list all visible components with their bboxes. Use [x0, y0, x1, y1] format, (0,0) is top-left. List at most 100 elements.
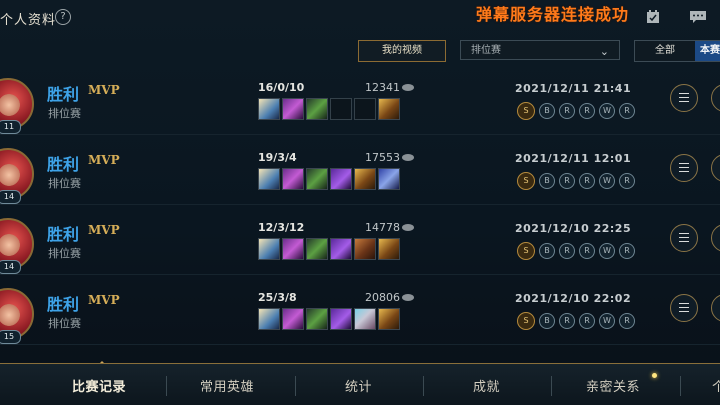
match-result: 胜利 — [47, 85, 80, 104]
hero-level-badge: 15 — [0, 330, 21, 344]
item-slot-green-icon[interactable] — [306, 168, 328, 190]
row-divider — [0, 134, 720, 135]
item-slot-boots-icon[interactable] — [258, 168, 280, 190]
gold-coin-icon — [402, 154, 414, 161]
item-slot-violet-icon[interactable] — [330, 238, 352, 260]
tab-relationships[interactable]: 亲密关系 — [586, 376, 640, 395]
gold-value: 20806 — [365, 291, 400, 304]
rune-icon: R — [579, 173, 595, 189]
notification-dot — [652, 373, 657, 378]
kda-text: 19/3/4 — [258, 151, 297, 164]
match-row[interactable]: 14 胜利 MVP 排位赛 12/3/12 14778 2021/12/10 22:25 S B… — [0, 218, 720, 278]
match-mode: 排位赛 — [48, 247, 81, 260]
item-slot-purple-icon[interactable] — [282, 98, 304, 120]
seg-this-season-button[interactable]: 本赛 — [695, 41, 720, 61]
match-mode: 排位赛 — [48, 317, 81, 330]
tab-stats[interactable]: 统计 — [345, 376, 372, 395]
item-slot-gold-icon[interactable] — [378, 98, 400, 120]
rune-list: SBRRWR — [517, 172, 635, 190]
rune-list: SBRRWR — [517, 242, 635, 260]
nav-divider — [423, 376, 424, 396]
item-slot-boots-icon[interactable] — [258, 98, 280, 120]
item-slot-purple-icon[interactable] — [282, 238, 304, 260]
tab-achievements[interactable]: 成就 — [473, 376, 500, 395]
more-options-button[interactable] — [711, 84, 720, 112]
item-slot-green-icon[interactable] — [306, 308, 328, 330]
kda-text: 16/0/10 — [258, 81, 305, 94]
gold-value: 17553 — [365, 151, 400, 164]
chevron-down-icon: ⌄ — [599, 45, 609, 58]
match-row[interactable]: 15 胜利 MVP 排位赛 25/3/8 20806 2021/12/10 22:02 S B R… — [0, 288, 720, 348]
rune-icon: W — [599, 103, 615, 119]
more-options-button[interactable] — [711, 224, 720, 252]
more-options-button[interactable] — [711, 154, 720, 182]
item-slot-gold-icon[interactable] — [378, 308, 400, 330]
rune-icon: R — [579, 103, 595, 119]
rune-icon: B — [539, 173, 555, 189]
my-videos-button[interactable]: 我的视频 — [358, 40, 446, 62]
rune-icon: R — [579, 313, 595, 329]
item-build — [258, 98, 400, 120]
menu-line — [679, 171, 689, 172]
item-slot-book-icon[interactable] — [354, 238, 376, 260]
item-slot-gold-icon[interactable] — [378, 238, 400, 260]
calendar-check-icon[interactable] — [646, 10, 660, 24]
match-row[interactable]: 14 胜利 MVP 排位赛 19/3/4 17553 2021/12/11 12:01 S B R… — [0, 148, 720, 208]
rune-icon: R — [579, 243, 595, 259]
menu-line — [679, 93, 689, 94]
rune-icon: B — [539, 103, 555, 119]
menu-line — [679, 233, 689, 234]
item-slot-green-icon[interactable] — [306, 238, 328, 260]
help-icon[interactable]: ? — [55, 9, 71, 25]
details-menu-button[interactable] — [670, 154, 698, 182]
tab-common-heroes[interactable]: 常用英雄 — [200, 376, 254, 395]
item-slot-purple-icon[interactable] — [282, 308, 304, 330]
gold-coin-icon — [402, 224, 414, 231]
mvp-badge: MVP — [88, 153, 120, 167]
item-slot-cat-icon[interactable] — [354, 308, 376, 330]
match-result: 胜利 — [47, 295, 80, 314]
match-datetime: 2021/12/10 22:25 — [515, 222, 632, 235]
season-toggle: 全部 本赛 — [634, 40, 720, 62]
row-divider — [0, 204, 720, 205]
match-datetime: 2021/12/11 21:41 — [515, 82, 632, 95]
match-mode: 排位赛 — [48, 177, 81, 190]
menu-line — [679, 303, 689, 304]
rune-icon: S — [517, 102, 535, 120]
chat-icon[interactable] — [689, 10, 707, 24]
menu-line — [679, 167, 689, 168]
mvp-badge: MVP — [88, 223, 120, 237]
item-slot-violet-icon[interactable] — [330, 168, 352, 190]
match-mode: 排位赛 — [48, 107, 81, 120]
item-slot-purple-icon[interactable] — [282, 168, 304, 190]
menu-line — [679, 97, 689, 98]
match-result: 胜利 — [47, 155, 80, 174]
page-title: 个人资料 — [0, 13, 57, 28]
more-options-button[interactable] — [711, 294, 720, 322]
match-row[interactable]: 11 胜利 MVP 排位赛 16/0/10 12341 2021/12/11 21:41 S B… — [0, 78, 720, 138]
item-slot-boots-icon[interactable] — [258, 308, 280, 330]
row-divider — [0, 344, 720, 345]
item-slot-gold-icon[interactable] — [354, 168, 376, 190]
item-slot-empty-icon[interactable] — [354, 98, 376, 120]
menu-line — [679, 241, 689, 242]
rune-icon: S — [517, 242, 535, 260]
item-slot-empty-icon[interactable] — [330, 98, 352, 120]
mode-select[interactable]: 排位赛 ⌄ — [460, 40, 620, 60]
kda-text: 12/3/12 — [258, 221, 305, 234]
details-menu-button[interactable] — [670, 224, 698, 252]
item-slot-violet-icon[interactable] — [330, 308, 352, 330]
menu-line — [679, 163, 689, 164]
menu-line — [679, 307, 689, 308]
item-slot-blue-icon[interactable] — [378, 168, 400, 190]
item-slot-boots-icon[interactable] — [258, 238, 280, 260]
rune-icon: R — [619, 243, 635, 259]
seg-all-button[interactable]: 全部 — [635, 41, 695, 61]
item-slot-green-icon[interactable] — [306, 98, 328, 120]
details-menu-button[interactable] — [670, 294, 698, 322]
rune-icon: W — [599, 313, 615, 329]
details-menu-button[interactable] — [670, 84, 698, 112]
tab-match-history[interactable]: 比赛记录 — [72, 376, 126, 395]
tab-more[interactable]: 个 — [712, 376, 720, 395]
gold-coin-icon — [402, 294, 414, 301]
